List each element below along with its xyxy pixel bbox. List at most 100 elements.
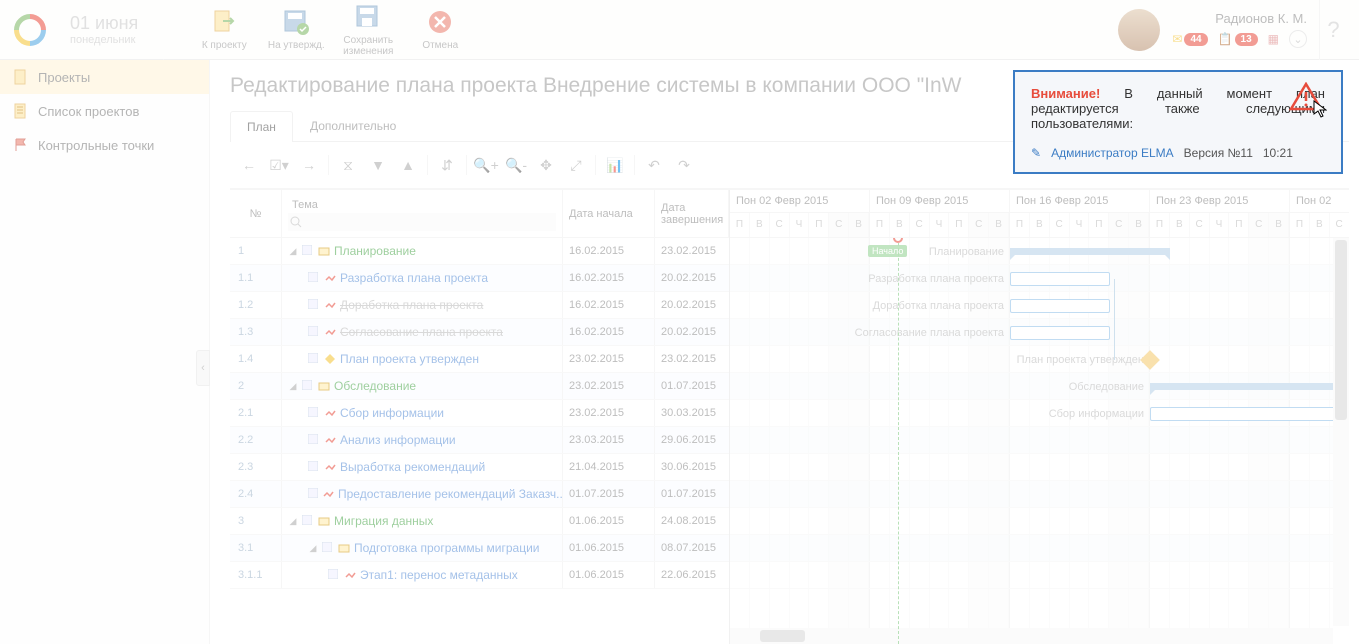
row-num: 3 xyxy=(230,508,282,534)
expand-icon[interactable]: ⤢ xyxy=(563,152,589,178)
table-row[interactable]: 2◢Обследование23.02.201501.07.2015 xyxy=(230,373,729,400)
row-type-icon xyxy=(308,352,320,366)
scrollbar-horizontal[interactable] xyxy=(730,628,1333,644)
sidebar-item-milestones[interactable]: Контрольные точки xyxy=(0,128,209,162)
row-num: 1 xyxy=(230,238,282,264)
sidebar-collapse-button[interactable]: ‹ xyxy=(196,350,210,386)
checklist-icon[interactable]: ☑▾ xyxy=(266,152,292,178)
day-cell: С xyxy=(1109,213,1129,237)
gantt-bar[interactable] xyxy=(1010,326,1110,340)
row-theme-cell[interactable]: ◢Подготовка программы миграции xyxy=(282,535,563,561)
table-row[interactable]: 1.1Разработка плана проекта16.02.201520.… xyxy=(230,265,729,292)
row-start: 16.02.2015 xyxy=(563,292,655,318)
table-row[interactable]: 2.4Предоставление рекомендаций Заказч...… xyxy=(230,481,729,508)
row-start: 01.07.2015 xyxy=(563,481,655,507)
sidebar-item-project-list[interactable]: Список проектов xyxy=(0,94,209,128)
row-start: 23.02.2015 xyxy=(563,346,655,372)
bar-label: План проекта утвержден xyxy=(1017,354,1150,366)
day-cell: С xyxy=(910,213,930,237)
task-type-icon xyxy=(324,326,336,338)
gantt-bar[interactable] xyxy=(1010,272,1110,286)
row-theme-cell[interactable]: ◢Обследование xyxy=(282,373,563,399)
notifications-counter[interactable]: ✉ 44 xyxy=(1172,32,1207,46)
zoom-out-icon[interactable]: 🔍- xyxy=(503,152,529,178)
col-end-header[interactable]: Дата завершения xyxy=(655,190,729,237)
table-row[interactable]: 2.3Выработка рекомендаций21.04.201530.06… xyxy=(230,454,729,481)
redo-icon[interactable]: ↷ xyxy=(671,152,697,178)
search-input[interactable] xyxy=(288,213,556,231)
table-row[interactable]: 1.3Согласование плана проекта16.02.20152… xyxy=(230,319,729,346)
table-row[interactable]: 3◢Миграция данных01.06.201524.08.2015 xyxy=(230,508,729,535)
week-column: Пон 09 Февр 2015ПВСЧПСВ xyxy=(870,190,1010,237)
flag-icon xyxy=(12,136,30,154)
table-row[interactable]: 1.4План проекта утвержден23.02.201523.02… xyxy=(230,346,729,373)
warning-user-link[interactable]: Администратор ELMA xyxy=(1051,146,1174,160)
row-theme-cell[interactable]: ◢Планирование xyxy=(282,238,563,264)
row-theme-cell[interactable]: Этап1: перенос метаданных xyxy=(282,562,563,588)
chart-icon[interactable]: 📊 xyxy=(602,152,628,178)
to-project-button[interactable]: К проекту xyxy=(188,0,260,60)
row-end: 23.02.2015 xyxy=(655,346,729,372)
row-theme-cell[interactable]: План проекта утвержден xyxy=(282,346,563,372)
collapse-v-icon[interactable]: ⇵ xyxy=(434,152,460,178)
row-type-icon xyxy=(322,541,334,555)
collapse-toggle-icon[interactable]: ◢ xyxy=(308,543,318,554)
row-theme-cell[interactable]: Сбор информации xyxy=(282,400,563,426)
day-cell: В xyxy=(1129,213,1149,237)
table-row[interactable]: 2.2Анализ информации23.03.201529.06.2015 xyxy=(230,427,729,454)
help-button[interactable]: ? xyxy=(1319,0,1347,60)
row-theme-cell[interactable]: Выработка рекомендаций xyxy=(282,454,563,480)
save-button[interactable]: Сохранить изменения xyxy=(332,0,404,60)
task-type-icon xyxy=(318,245,330,257)
tab-plan[interactable]: План xyxy=(230,111,293,142)
down-triangle-icon[interactable]: ▼ xyxy=(365,152,391,178)
table-row[interactable]: 2.1Сбор информации23.02.201530.03.2015 xyxy=(230,400,729,427)
row-theme-cell[interactable]: Анализ информации xyxy=(282,427,563,453)
hourglass-icon[interactable]: ⧖ xyxy=(335,152,361,178)
row-theme-cell[interactable]: Доработка плана проекта xyxy=(282,292,563,318)
tab-extra[interactable]: Дополнительно xyxy=(293,110,413,141)
gantt-body[interactable]: ПланированиеРазработка плана проектаДора… xyxy=(730,238,1349,644)
calendar-grid-icon[interactable]: ▦ xyxy=(1268,32,1279,46)
gantt-bar[interactable] xyxy=(1150,407,1349,421)
row-theme-cell[interactable]: Согласование плана проекта xyxy=(282,319,563,345)
zoom-in-icon[interactable]: 🔍+ xyxy=(473,152,499,178)
row-theme-cell[interactable]: Предоставление рекомендаций Заказч... xyxy=(282,481,563,507)
col-theme-label[interactable]: Тема xyxy=(288,196,556,213)
row-theme-cell[interactable]: ◢Миграция данных xyxy=(282,508,563,534)
up-triangle-icon[interactable]: ▲ xyxy=(395,152,421,178)
table-row[interactable]: 3.1.1Этап1: перенос метаданных01.06.2015… xyxy=(230,562,729,589)
fit-icon[interactable]: ✥ xyxy=(533,152,559,178)
to-approve-button[interactable]: На утвержд. xyxy=(260,0,332,60)
collapse-toggle-icon[interactable]: ◢ xyxy=(288,516,298,527)
row-start: 23.03.2015 xyxy=(563,427,655,453)
sidebar-item-label: Контрольные точки xyxy=(38,138,154,153)
col-num-header[interactable]: № xyxy=(230,190,282,237)
sidebar-item-projects[interactable]: Проекты xyxy=(0,60,209,94)
gantt-bar[interactable] xyxy=(1150,383,1349,390)
calendar-counter[interactable]: 📋 13 xyxy=(1218,32,1258,46)
refresh-icon[interactable]: ⌄ xyxy=(1289,30,1307,48)
scrollbar-vertical[interactable] xyxy=(1333,238,1349,626)
day-cell: В xyxy=(1310,213,1330,237)
cancel-button[interactable]: Отмена xyxy=(404,0,476,60)
table-row[interactable]: 3.1◢Подготовка программы миграции01.06.2… xyxy=(230,535,729,562)
table-row[interactable]: 1◢Планирование16.02.201523.02.2015 xyxy=(230,238,729,265)
week-label: Пон 09 Февр 2015 xyxy=(870,190,1009,213)
ribbon-label: К проекту xyxy=(202,40,247,51)
avatar[interactable] xyxy=(1118,9,1160,51)
collapse-toggle-icon[interactable]: ◢ xyxy=(288,246,298,257)
start-flag: Начало xyxy=(868,245,907,257)
collapse-toggle-icon[interactable]: ◢ xyxy=(288,381,298,392)
undo-icon[interactable]: ↶ xyxy=(641,152,667,178)
arrow-left-icon[interactable]: ← xyxy=(236,152,262,178)
week-label: Пон 02 Февр 2015 xyxy=(730,190,869,213)
col-start-header[interactable]: Дата начала xyxy=(563,190,655,237)
gantt-bar[interactable] xyxy=(1010,299,1110,313)
table-row[interactable]: 1.2Доработка плана проекта16.02.201520.0… xyxy=(230,292,729,319)
arrow-right-icon[interactable]: → xyxy=(296,152,322,178)
app-logo[interactable] xyxy=(0,0,60,60)
ribbon-label: Сохранить изменения xyxy=(332,35,404,57)
user-name[interactable]: Радионов К. М. xyxy=(1215,11,1307,26)
row-theme-cell[interactable]: Разработка плана проекта xyxy=(282,265,563,291)
